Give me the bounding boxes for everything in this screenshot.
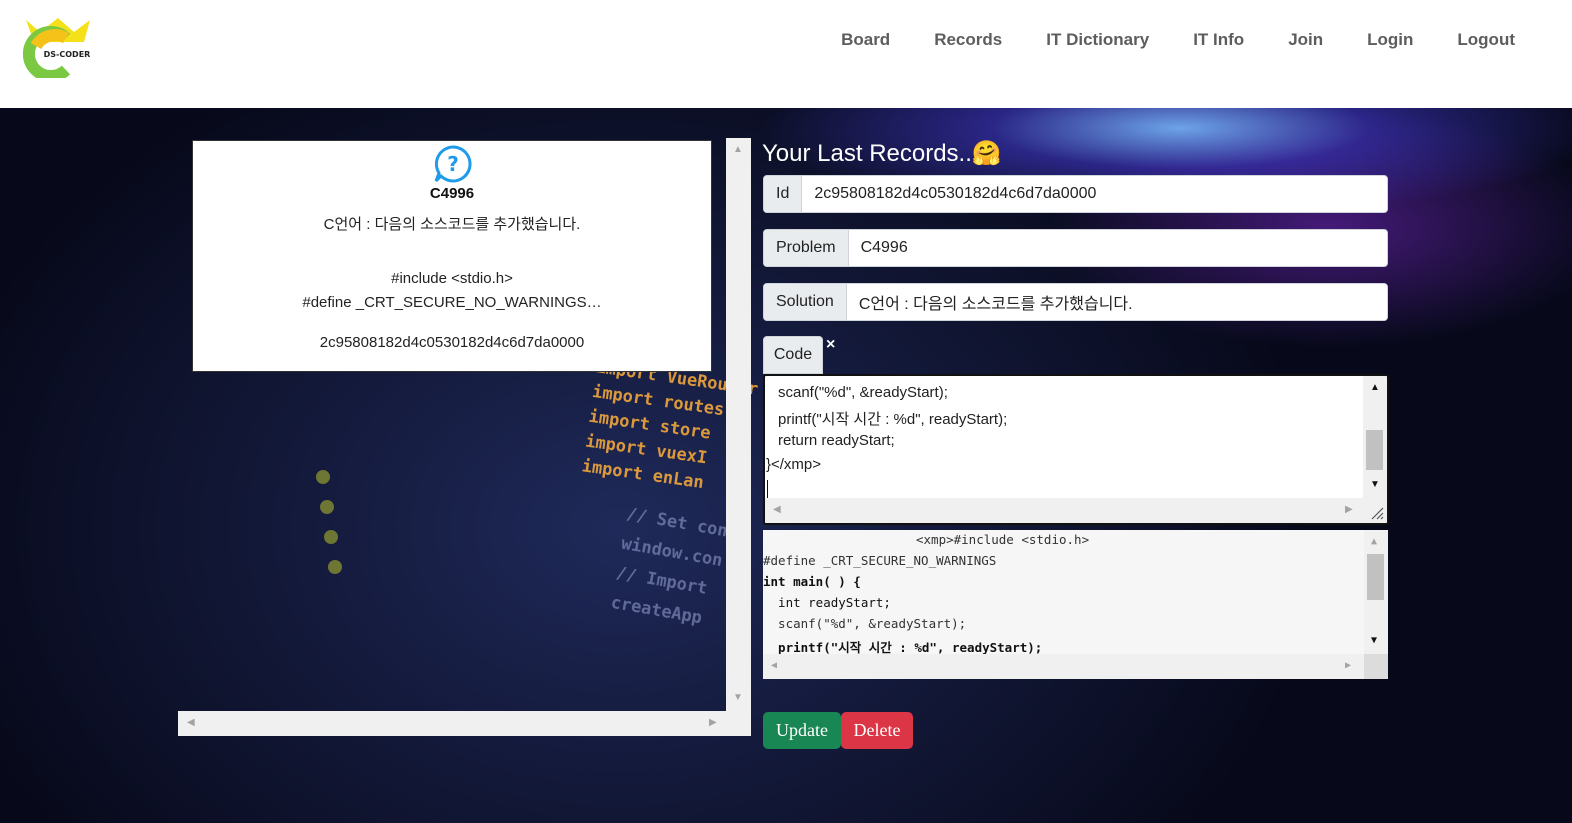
solution-label: Solution bbox=[764, 284, 847, 320]
preview-line: int readyStart; bbox=[763, 595, 891, 610]
scroll-right-arrow-icon[interactable]: ▶ bbox=[709, 718, 717, 728]
update-button[interactable]: Update bbox=[763, 712, 841, 749]
id-input-group: Id bbox=[763, 175, 1388, 213]
preview-line: scanf("%d", &readyStart); bbox=[763, 616, 967, 631]
delete-button[interactable]: Delete bbox=[841, 712, 913, 749]
resize-handle-icon[interactable] bbox=[1363, 498, 1387, 523]
panel-horizontal-scrollbar[interactable]: ◀ ▶ bbox=[178, 711, 726, 736]
id-label: Id bbox=[764, 176, 803, 212]
scrollbar-corner bbox=[1364, 654, 1388, 679]
scrollbar-thumb[interactable] bbox=[1367, 554, 1384, 600]
close-icon[interactable]: × bbox=[826, 336, 835, 354]
code-textarea-line: return readyStart; bbox=[778, 432, 895, 449]
scroll-left-arrow-icon[interactable]: ◀ bbox=[187, 718, 195, 728]
form-title: Your Last Records..🤗 bbox=[762, 138, 1002, 170]
code-preview[interactable]: <xmp>#include <stdio.h> #define _CRT_SEC… bbox=[763, 530, 1388, 679]
record-card-description: C언어 : 다음의 소스코드를 추가했습니다. bbox=[323, 216, 581, 233]
ds-coder-logo[interactable]: DS-CODER bbox=[22, 16, 94, 78]
nav-it-dictionary[interactable]: IT Dictionary bbox=[1046, 28, 1149, 52]
solution-field[interactable] bbox=[846, 284, 1387, 320]
textarea-vertical-scrollbar[interactable]: ▲ ▼ bbox=[1363, 376, 1387, 499]
scroll-down-arrow-icon[interactable]: ▼ bbox=[1370, 480, 1380, 490]
id-field[interactable] bbox=[802, 176, 1387, 212]
nav-logout[interactable]: Logout bbox=[1457, 28, 1515, 52]
scroll-down-arrow-icon[interactable]: ▼ bbox=[733, 693, 743, 703]
code-textarea-line: }</xmp> bbox=[766, 456, 822, 473]
main-nav: Board Records IT Dictionary IT Info Join… bbox=[841, 28, 1572, 52]
code-textarea[interactable]: scanf("%d", &readyStart); printf("시작 시간 … bbox=[763, 374, 1389, 525]
preview-line: int main( ) { bbox=[763, 574, 861, 589]
scroll-down-arrow-icon[interactable]: ▼ bbox=[1371, 636, 1377, 646]
svg-text:DS-CODER: DS-CODER bbox=[44, 50, 91, 59]
problem-input-group: Problem bbox=[763, 229, 1388, 267]
code-textarea-line: printf("시작 시간 : %d", readyStart); bbox=[778, 411, 1008, 428]
preview-line: #define _CRT_SECURE_NO_WARNINGS bbox=[763, 553, 997, 568]
scroll-right-arrow-icon[interactable]: ▶ bbox=[1345, 505, 1353, 515]
scroll-left-arrow-icon[interactable]: ◀ bbox=[773, 505, 781, 515]
text-cursor bbox=[767, 480, 768, 498]
record-card-code-line: #include <stdio.h> bbox=[391, 270, 513, 287]
nav-it-info[interactable]: IT Info bbox=[1193, 28, 1244, 52]
preview-vertical-scrollbar[interactable]: ▲ ▼ bbox=[1364, 530, 1388, 654]
scroll-up-arrow-icon[interactable]: ▲ bbox=[1371, 537, 1377, 547]
svg-text:?: ? bbox=[447, 152, 459, 176]
scroll-up-arrow-icon[interactable]: ▲ bbox=[733, 145, 743, 155]
preview-horizontal-scrollbar[interactable]: ◀ ▶ bbox=[763, 654, 1364, 679]
scroll-up-arrow-icon[interactable]: ▲ bbox=[1370, 383, 1380, 393]
question-chat-icon: ? bbox=[434, 145, 472, 183]
scroll-left-arrow-icon[interactable]: ◀ bbox=[771, 661, 777, 671]
records-scroll-panel[interactable]: ? C4996 C언어 : 다음의 소스코드를 추가했습니다. #include… bbox=[178, 138, 751, 736]
scrollbar-thumb[interactable] bbox=[1366, 430, 1383, 470]
form-title-text: Your Last Records.. bbox=[762, 140, 972, 167]
problem-label: Problem bbox=[764, 230, 849, 266]
scroll-right-arrow-icon[interactable]: ▶ bbox=[1345, 661, 1351, 671]
preview-line: <xmp>#include <stdio.h> bbox=[916, 532, 1090, 547]
nav-join[interactable]: Join bbox=[1288, 28, 1323, 52]
problem-field[interactable] bbox=[848, 230, 1387, 266]
nav-board[interactable]: Board bbox=[841, 28, 890, 52]
record-card-title: C4996 bbox=[429, 185, 475, 202]
nav-login[interactable]: Login bbox=[1367, 28, 1413, 52]
record-card[interactable]: ? C4996 C언어 : 다음의 소스코드를 추가했습니다. #include… bbox=[192, 140, 712, 372]
top-navbar: DS-CODER Board Records IT Dictionary IT … bbox=[0, 0, 1572, 108]
record-card-code-line: #define _CRT_SECURE_NO_WARNINGS… bbox=[302, 294, 602, 311]
record-card-id: 2c95808182d4c0530182d4c6d7da0000 bbox=[319, 334, 585, 351]
hugging-face-emoji-icon: 🤗 bbox=[971, 140, 1002, 167]
panel-vertical-scrollbar[interactable]: ▲ ▼ bbox=[726, 138, 751, 736]
nav-records[interactable]: Records bbox=[934, 28, 1002, 52]
textarea-horizontal-scrollbar[interactable]: ◀ ▶ bbox=[765, 498, 1365, 523]
code-textarea-line: scanf("%d", &readyStart); bbox=[778, 384, 948, 401]
code-label: Code bbox=[763, 336, 823, 374]
solution-input-group: Solution bbox=[763, 283, 1388, 321]
